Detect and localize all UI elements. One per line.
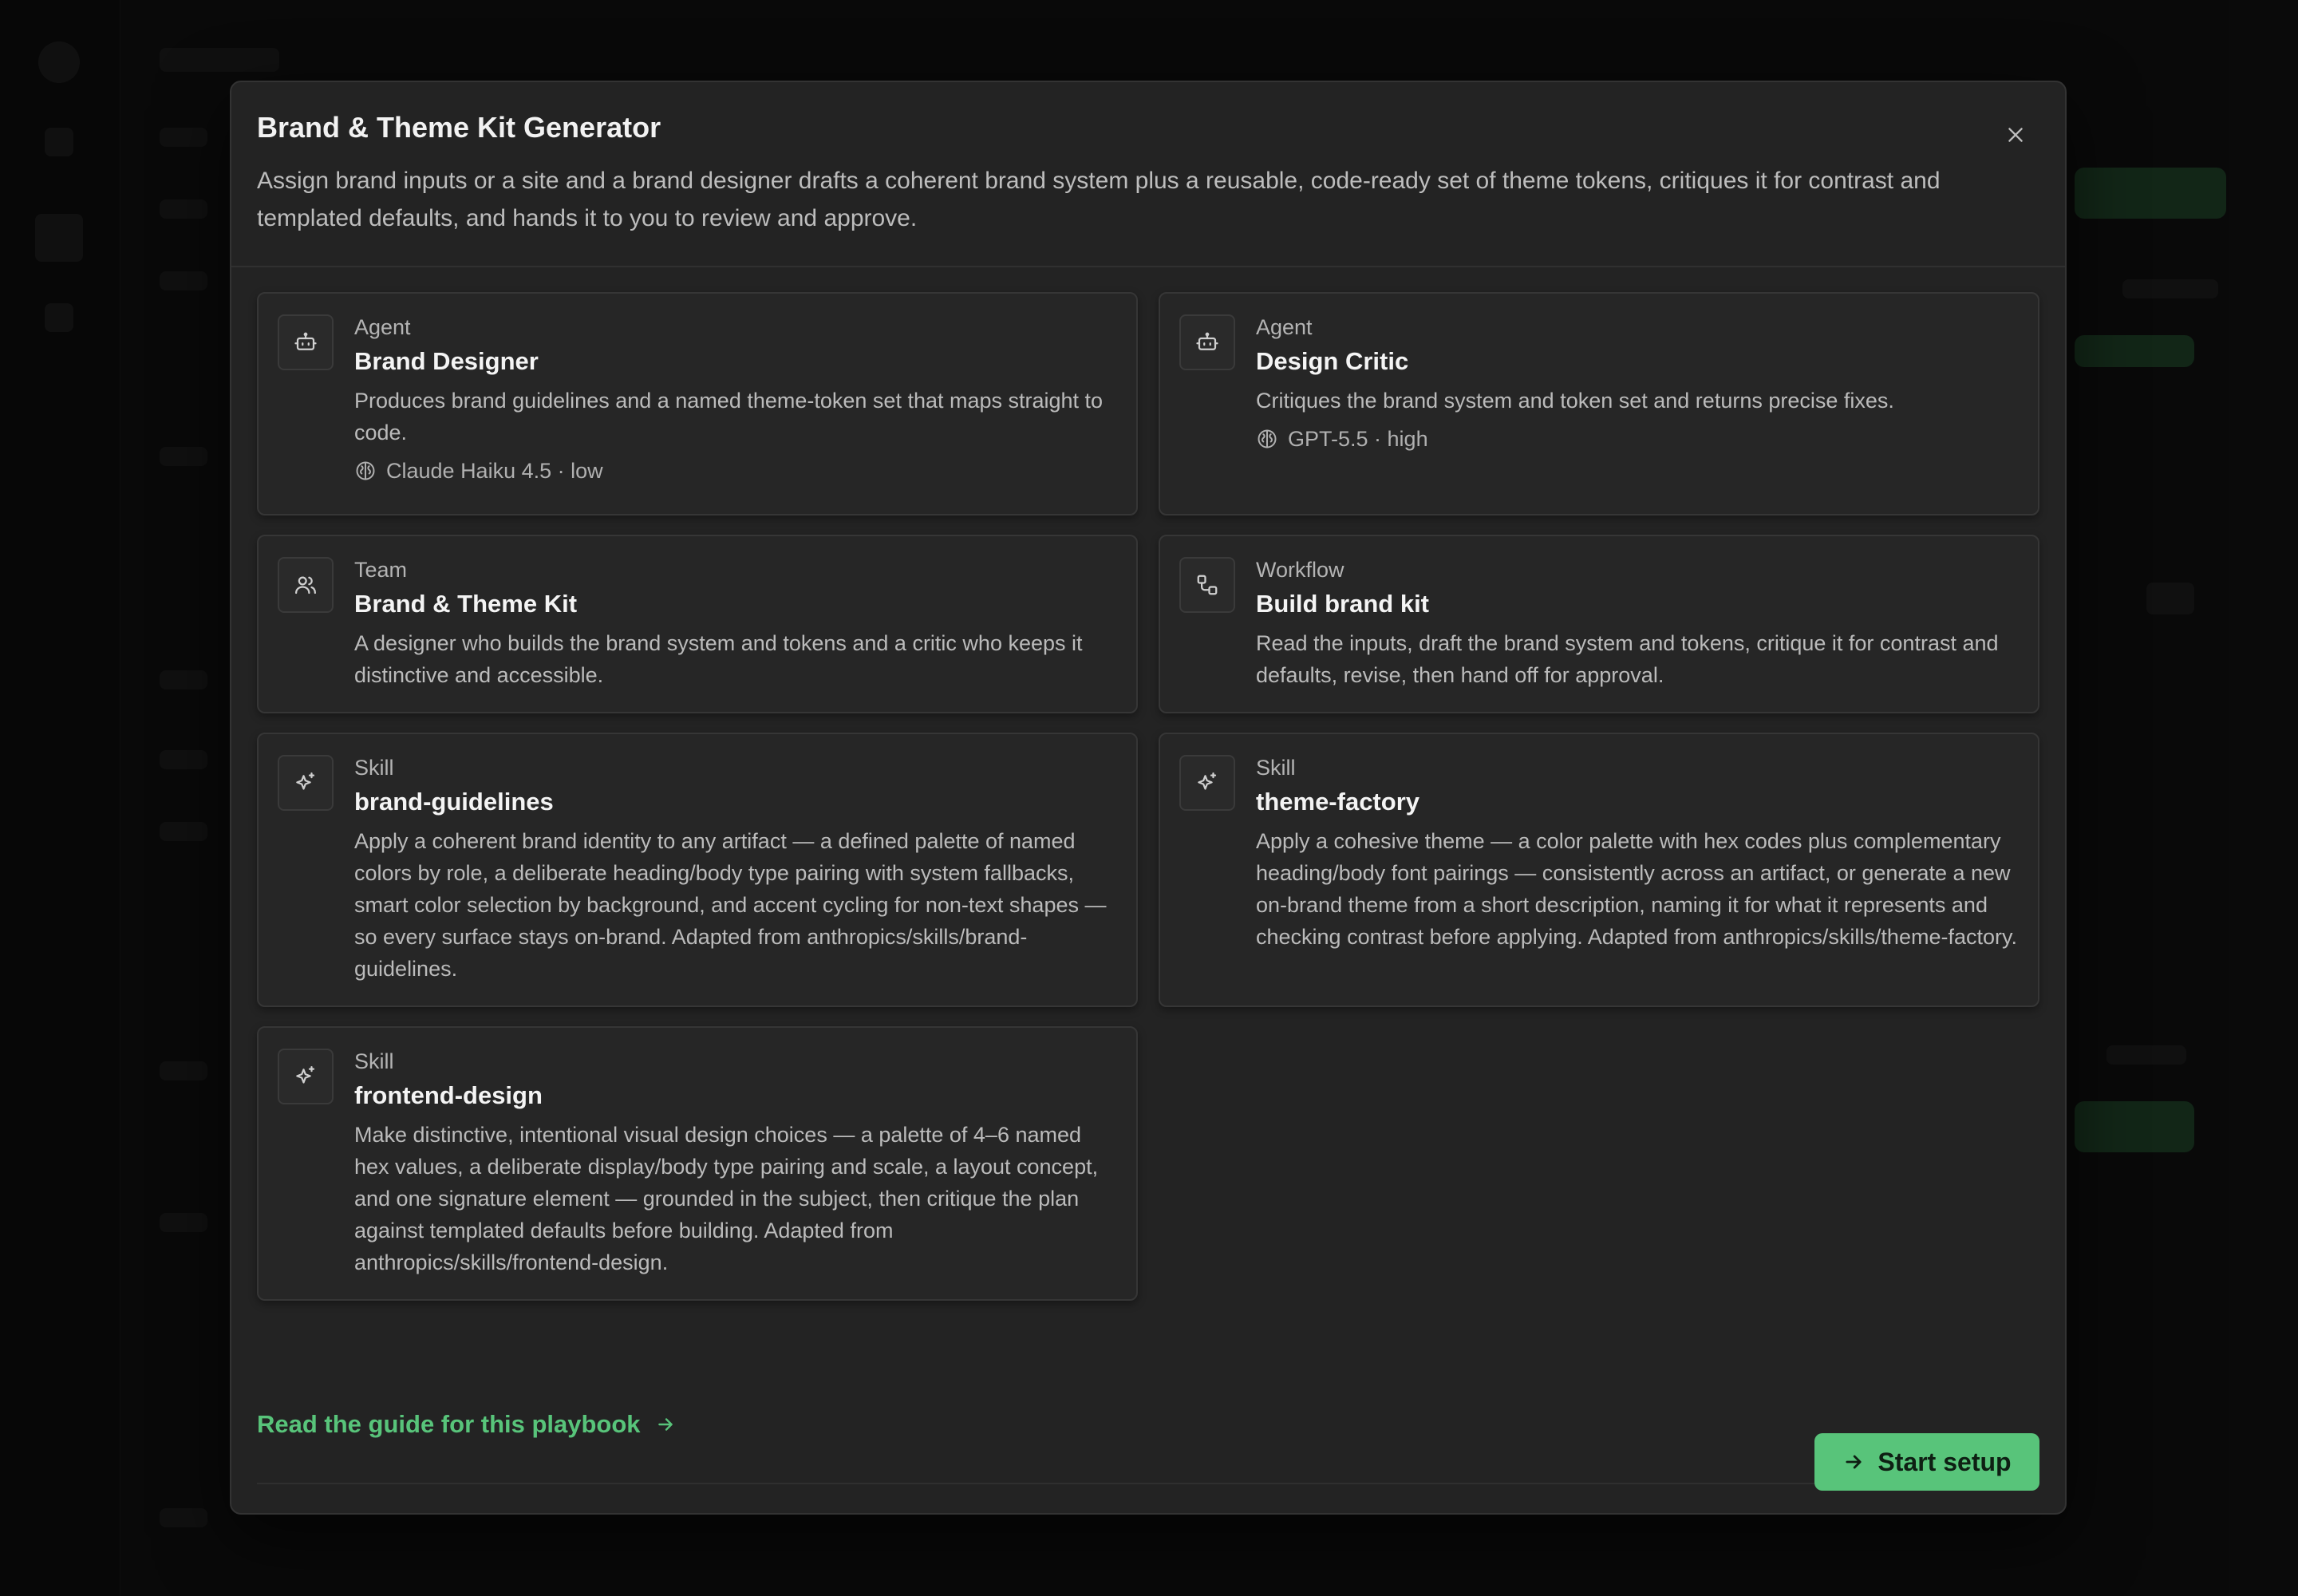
card-title: frontend-design bbox=[354, 1081, 543, 1109]
close-button[interactable] bbox=[1998, 117, 2033, 152]
agent-card-brand-designer[interactable]: Agent Brand Designer Produces brand guid… bbox=[257, 292, 1138, 516]
card-description: Apply a coherent brand identity to any a… bbox=[354, 829, 1107, 981]
sparkles-icon bbox=[278, 755, 334, 811]
skill-card-brand-guidelines[interactable]: Skill brand-guidelines Apply a coherent … bbox=[257, 733, 1138, 1007]
workflow-icon bbox=[1179, 557, 1235, 613]
card-title: Brand & Theme Kit bbox=[354, 590, 578, 618]
close-icon bbox=[2008, 128, 2023, 142]
card-description: Critiques the brand system and token set… bbox=[1256, 389, 1894, 413]
sparkles-icon bbox=[278, 1049, 334, 1104]
model-info: GPT-5.5 · high bbox=[1256, 423, 2020, 455]
card-description: A designer who builds the brand system a… bbox=[354, 631, 1083, 687]
card-description: Apply a cohesive theme — a color palette… bbox=[1256, 829, 2017, 949]
card-kind-label: Skill bbox=[1256, 756, 1296, 780]
card-title: Build brand kit bbox=[1256, 590, 1429, 618]
card-title: theme-factory bbox=[1256, 788, 1419, 816]
card-description: Read the inputs, draft the brand system … bbox=[1256, 631, 1999, 687]
start-setup-button[interactable]: Start setup bbox=[1814, 1433, 2039, 1491]
start-setup-label: Start setup bbox=[1877, 1447, 2012, 1476]
card-title: Brand Designer bbox=[354, 347, 539, 375]
sparkles-icon bbox=[1179, 755, 1235, 811]
card-kind-label: Skill bbox=[354, 1049, 394, 1073]
model-label: GPT-5.5 · high bbox=[1288, 427, 1428, 451]
card-title: brand-guidelines bbox=[354, 788, 554, 816]
robot-icon bbox=[278, 314, 334, 370]
agent-card-design-critic[interactable]: Agent Design Critic Critiques the brand … bbox=[1159, 292, 2039, 516]
card-kind-label: Skill bbox=[354, 756, 394, 780]
guide-link-label: Read the guide for this playbook bbox=[257, 1410, 641, 1438]
model-label: Claude Haiku 4.5 · low bbox=[386, 459, 603, 483]
card-description: Make distinctive, intentional visual des… bbox=[354, 1123, 1099, 1274]
users-icon bbox=[278, 557, 334, 613]
skill-card-frontend-design[interactable]: Skill frontend-design Make distinctive, … bbox=[257, 1026, 1138, 1301]
brain-icon bbox=[1258, 429, 1277, 448]
model-info: Claude Haiku 4.5 · low bbox=[354, 455, 1119, 487]
footer-divider bbox=[257, 1483, 2039, 1484]
skill-card-theme-factory[interactable]: Skill theme-factory Apply a cohesive the… bbox=[1159, 733, 2039, 1007]
card-description: Produces brand guidelines and a named th… bbox=[354, 389, 1104, 444]
robot-icon bbox=[1179, 314, 1235, 370]
card-kind-label: Team bbox=[354, 558, 408, 582]
modal-description: Assign brand inputs or a site and a bran… bbox=[257, 168, 1941, 231]
card-title: Design Critic bbox=[1256, 347, 1409, 375]
brain-icon bbox=[356, 461, 375, 480]
card-kind-label: Agent bbox=[1256, 315, 1313, 339]
modal-title: Brand & Theme Kit Generator bbox=[257, 111, 661, 144]
card-kind-label: Workflow bbox=[1256, 558, 1344, 582]
arrow-right-icon bbox=[1846, 1455, 1862, 1469]
arrow-right-icon bbox=[657, 1418, 673, 1431]
playbook-modal: Brand & Theme Kit Generator Assign brand… bbox=[230, 81, 2067, 1515]
team-card-brand-theme-kit[interactable]: Team Brand & Theme Kit A designer who bu… bbox=[257, 535, 1138, 713]
guide-link[interactable]: Read the guide for this playbook bbox=[257, 1410, 676, 1439]
workflow-card-build-brand-kit[interactable]: Workflow Build brand kit Read the inputs… bbox=[1159, 535, 2039, 713]
modal-header: Brand & Theme Kit Generator Assign brand… bbox=[231, 82, 2065, 267]
card-kind-label: Agent bbox=[354, 315, 411, 339]
